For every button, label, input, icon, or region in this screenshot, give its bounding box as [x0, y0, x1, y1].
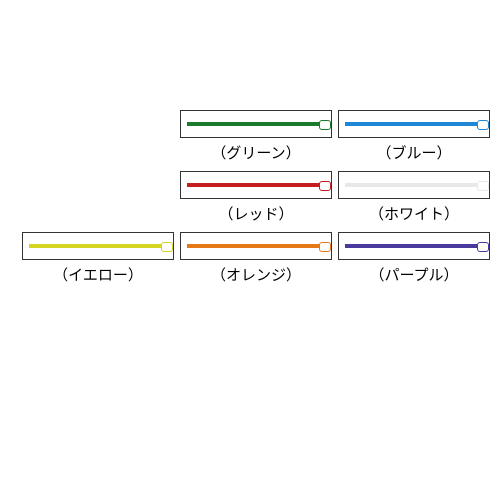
- swatch-item-green: （グリーン）: [180, 110, 332, 163]
- swatch-white: [338, 171, 490, 199]
- color-swatch-grid: （グリーン） （ブルー） （レッド） （ホワイト） （イエロ: [0, 110, 500, 293]
- label-white: （ホワイト）: [369, 203, 459, 224]
- swatch-item-red: （レッド）: [180, 171, 332, 224]
- swatch-yellow: [22, 232, 174, 260]
- row-2: （レッド） （ホワイト）: [0, 171, 500, 224]
- swatch-orange: [180, 232, 332, 260]
- label-red: （レッド）: [218, 203, 293, 224]
- handle-icon: [345, 244, 483, 248]
- swatch-item-orange: （オレンジ）: [180, 232, 332, 285]
- label-green: （グリーン）: [211, 142, 300, 163]
- handle-icon: [187, 183, 325, 187]
- handle-icon: [29, 244, 167, 248]
- swatch-item-purple: （パープル）: [338, 232, 490, 285]
- swatch-item-blue: （ブルー）: [338, 110, 490, 163]
- label-yellow: （イエロー）: [53, 264, 143, 285]
- handle-icon: [187, 122, 325, 126]
- swatch-red: [180, 171, 332, 199]
- swatch-blue: [338, 110, 490, 138]
- swatch-green: [180, 110, 332, 138]
- swatch-item-white: （ホワイト）: [338, 171, 490, 224]
- label-blue: （ブルー）: [376, 142, 451, 163]
- handle-icon: [187, 244, 325, 248]
- swatch-item-yellow: （イエロー）: [22, 232, 174, 285]
- label-purple: （パープル）: [369, 264, 458, 285]
- swatch-purple: [338, 232, 490, 260]
- label-orange: （オレンジ）: [211, 264, 301, 285]
- row-1: （グリーン） （ブルー）: [0, 110, 500, 163]
- handle-icon: [345, 183, 483, 187]
- handle-icon: [345, 122, 483, 126]
- row-3: （イエロー） （オレンジ） （パープル）: [0, 232, 500, 285]
